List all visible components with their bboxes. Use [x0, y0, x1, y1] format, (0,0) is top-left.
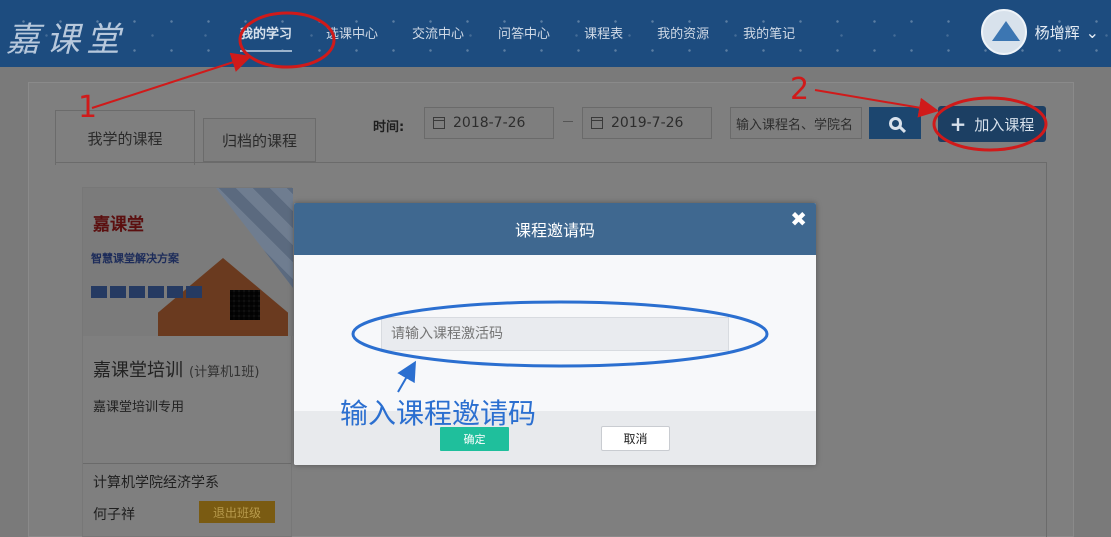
qr-code-icon — [230, 290, 260, 320]
nav-item-schedule[interactable]: 课程表 — [584, 23, 623, 42]
dialog-header: 课程邀请码 — [294, 203, 816, 255]
quit-class-button[interactable]: 退出班级 — [199, 501, 275, 523]
step-2-label: 2 — [790, 72, 810, 107]
course-class: (计算机1班) — [189, 365, 260, 380]
start-date-field[interactable]: 2018-7-26 — [424, 107, 554, 139]
thumbnail-brand: 嘉课堂 — [93, 215, 144, 235]
start-date-value: 2018-7-26 — [453, 115, 526, 131]
nav-item-my-notes[interactable]: 我的笔记 — [743, 23, 795, 42]
course-title[interactable]: 嘉课堂培训 (计算机1班) — [93, 356, 259, 382]
dialog-title: 课程邀请码 — [514, 221, 595, 240]
nav-item-my-study[interactable]: 我的学习 — [240, 23, 293, 52]
date-range-separator — [563, 121, 573, 122]
close-icon[interactable]: ✖ — [790, 207, 807, 231]
time-filter-label: 时间: — [373, 120, 405, 135]
main-nav: 我的学习 选课中心 交流中心 问答中心 课程表 我的资源 我的笔记 — [240, 0, 829, 64]
top-navigation-bar: 嘉课堂 我的学习 选课中心 交流中心 问答中心 课程表 我的资源 我的笔记 杨增… — [0, 0, 1111, 67]
nav-item-communication[interactable]: 交流中心 — [412, 23, 464, 42]
tab-divider — [55, 162, 1047, 163]
search-icon — [888, 116, 902, 130]
nav-item-course-selection[interactable]: 选课中心 — [326, 23, 378, 42]
course-teacher: 何子祥 — [93, 507, 135, 523]
thumbnail-slogan: 智慧课堂解决方案 — [91, 252, 179, 265]
calendar-icon — [591, 117, 603, 129]
hint-text: 输入课程邀请码 — [340, 397, 537, 430]
tab-my-courses[interactable]: 我学的课程 — [55, 110, 195, 165]
join-course-label: 加入课程 — [974, 115, 1035, 134]
chevron-down-icon[interactable]: ⌄ — [1086, 23, 1099, 42]
plus-icon: + — [949, 112, 967, 136]
course-card[interactable]: 嘉课堂 智慧课堂解决方案 嘉课堂培训 (计算机1班) 嘉课堂培训专用 计算机学院经… — [82, 187, 293, 537]
invite-code-input[interactable] — [381, 317, 729, 351]
course-name: 嘉课堂培训 — [93, 360, 183, 381]
course-search-input[interactable]: 输入课程名、学院名 — [730, 107, 862, 139]
content-border — [1046, 162, 1047, 537]
app-logo[interactable]: 嘉课堂 — [6, 12, 126, 61]
course-thumbnail[interactable]: 嘉课堂 智慧课堂解决方案 — [83, 188, 293, 336]
step-1-label: 1 — [78, 90, 98, 125]
search-button[interactable] — [869, 107, 921, 139]
card-divider — [83, 463, 291, 464]
user-name[interactable]: 杨增辉 — [1035, 22, 1080, 43]
course-department: 计算机学院经济学系 — [93, 475, 219, 491]
course-description: 嘉课堂培训专用 — [93, 400, 185, 415]
cancel-button[interactable]: 取消 — [601, 426, 670, 451]
end-date-value: 2019-7-26 — [611, 115, 684, 131]
nav-item-my-resources[interactable]: 我的资源 — [657, 23, 709, 42]
user-menu[interactable]: 杨增辉 ⌄ — [980, 9, 1099, 55]
avatar[interactable] — [980, 9, 1027, 55]
calendar-icon — [433, 117, 445, 129]
tab-archived-courses[interactable]: 归档的课程 — [203, 118, 316, 162]
end-date-field[interactable]: 2019-7-26 — [582, 107, 712, 139]
join-course-button[interactable]: + 加入课程 — [938, 106, 1046, 142]
thumbnail-feature-icons — [91, 286, 202, 298]
nav-item-qa[interactable]: 问答中心 — [498, 23, 550, 42]
